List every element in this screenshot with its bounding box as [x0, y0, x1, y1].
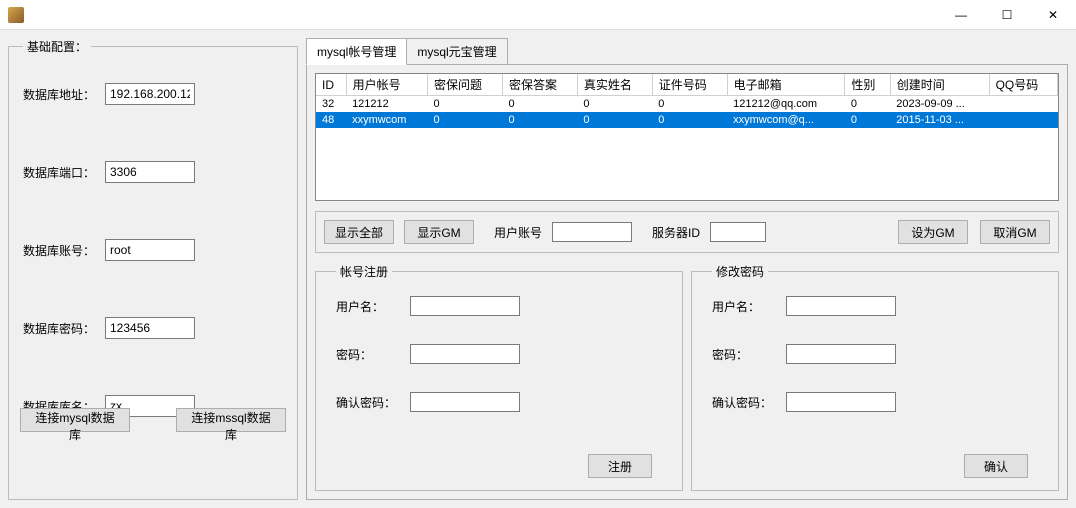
db-addr-input[interactable]: [105, 83, 195, 105]
changepwd-legend: 修改密码: [712, 263, 768, 280]
db-user-input[interactable]: [105, 239, 195, 261]
changepwd-fieldset: 修改密码 用户名： 密码： 确认密码： 确认: [691, 263, 1059, 491]
table-header[interactable]: 创建时间: [890, 74, 989, 96]
table-cell: 0: [577, 96, 652, 112]
cp-password-input[interactable]: [786, 344, 896, 364]
table-cell: 32: [316, 96, 346, 112]
filter-user-label: 用户账号: [494, 224, 542, 241]
show-gm-button[interactable]: 显示GM: [404, 220, 474, 244]
table-row[interactable]: 321212120000121212@qq.com02023-09-09 ...: [316, 96, 1058, 112]
filter-user-input[interactable]: [552, 222, 632, 242]
table-cell: 121212@qq.com: [727, 96, 845, 112]
reg-password-label: 密码：: [336, 346, 402, 363]
filter-server-input[interactable]: [710, 222, 766, 242]
connect-mysql-button[interactable]: 连接mysql数据库: [20, 408, 130, 432]
reg-confirm-input[interactable]: [410, 392, 520, 412]
table-cell: [989, 96, 1057, 112]
cp-username-label: 用户名：: [712, 298, 778, 315]
filter-server-label: 服务器ID: [652, 224, 700, 241]
show-all-button[interactable]: 显示全部: [324, 220, 394, 244]
tab-yuanbao-mgmt[interactable]: mysql元宝管理: [407, 38, 507, 65]
table-cell: 2023-09-09 ...: [890, 96, 989, 112]
table-header[interactable]: 证件号码: [652, 74, 727, 96]
table-header[interactable]: 密保问题: [428, 74, 503, 96]
cp-confirm-input[interactable]: [786, 392, 896, 412]
table-cell: 0: [577, 112, 652, 128]
db-pwd-input[interactable]: [105, 317, 195, 339]
app-icon: [8, 7, 24, 23]
minimize-button[interactable]: —: [938, 0, 984, 30]
table-row[interactable]: 48xxymwcom0000xxymwcom@q...02015-11-03 .…: [316, 112, 1058, 128]
table-header[interactable]: QQ号码: [989, 74, 1057, 96]
table-header[interactable]: 用户帐号: [346, 74, 427, 96]
table-cell: 0: [428, 96, 503, 112]
accounts-table[interactable]: ID用户帐号密保问题密保答案真实姓名证件号码电子邮箱性别创建时间QQ号码 321…: [315, 73, 1059, 201]
table-header[interactable]: 电子邮箱: [727, 74, 845, 96]
table-header[interactable]: 密保答案: [502, 74, 577, 96]
db-user-label: 数据库账号：: [23, 242, 99, 259]
table-cell: 0: [845, 96, 890, 112]
config-fieldset: 基础配置： 数据库地址： 数据库端口： 数据库账号： 数据库密码：: [8, 38, 298, 500]
db-pwd-label: 数据库密码：: [23, 320, 99, 337]
table-header[interactable]: 性别: [845, 74, 890, 96]
db-port-input[interactable]: [105, 161, 195, 183]
table-cell: 0: [502, 96, 577, 112]
reg-confirm-label: 确认密码：: [336, 394, 402, 411]
maximize-button[interactable]: ☐: [984, 0, 1030, 30]
db-port-label: 数据库端口：: [23, 164, 99, 181]
table-cell: [989, 112, 1057, 128]
connect-mssql-button[interactable]: 连接mssql数据库: [176, 408, 286, 432]
close-button[interactable]: ✕: [1030, 0, 1076, 30]
reg-username-label: 用户名：: [336, 298, 402, 315]
titlebar: — ☐ ✕: [0, 0, 1076, 30]
cp-confirm-label: 确认密码：: [712, 394, 778, 411]
table-cell: 0: [502, 112, 577, 128]
changepwd-button[interactable]: 确认: [964, 454, 1028, 478]
tabs: mysql帐号管理 mysql元宝管理: [306, 38, 1068, 65]
cancel-gm-button[interactable]: 取消GM: [980, 220, 1050, 244]
table-cell: 0: [652, 112, 727, 128]
config-legend: 基础配置：: [23, 38, 91, 55]
register-legend: 帐号注册: [336, 263, 392, 280]
register-fieldset: 帐号注册 用户名： 密码： 确认密码： 注册: [315, 263, 683, 491]
table-cell: 0: [428, 112, 503, 128]
table-header[interactable]: ID: [316, 74, 346, 96]
filter-bar: 显示全部 显示GM 用户账号 服务器ID 设为GM 取消GM: [315, 211, 1059, 253]
table-cell: 0: [652, 96, 727, 112]
table-cell: 2015-11-03 ...: [890, 112, 989, 128]
tab-account-mgmt[interactable]: mysql帐号管理: [306, 38, 407, 65]
set-gm-button[interactable]: 设为GM: [898, 220, 968, 244]
cp-password-label: 密码：: [712, 346, 778, 363]
table-cell: xxymwcom: [346, 112, 427, 128]
reg-password-input[interactable]: [410, 344, 520, 364]
reg-username-input[interactable]: [410, 296, 520, 316]
register-button[interactable]: 注册: [588, 454, 652, 478]
cp-username-input[interactable]: [786, 296, 896, 316]
db-addr-label: 数据库地址：: [23, 86, 99, 103]
table-cell: xxymwcom@q...: [727, 112, 845, 128]
table-cell: 48: [316, 112, 346, 128]
table-cell: 0: [845, 112, 890, 128]
table-header[interactable]: 真实姓名: [577, 74, 652, 96]
table-cell: 121212: [346, 96, 427, 112]
